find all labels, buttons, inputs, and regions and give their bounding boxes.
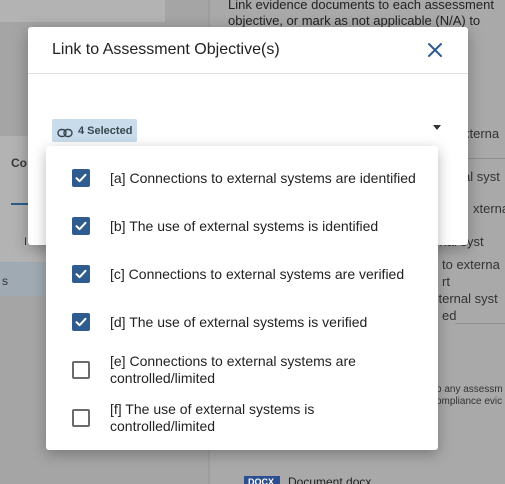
background-cell: to externa — [442, 257, 500, 272]
checkbox[interactable] — [72, 169, 90, 187]
checkbox[interactable] — [72, 361, 90, 379]
checkbox[interactable] — [72, 409, 90, 427]
background-cell: xternal syst — [432, 291, 498, 306]
background-row: s — [0, 262, 48, 296]
background-panel — [0, 0, 165, 22]
option-f[interactable]: [f] The use of external systems is contr… — [46, 394, 438, 442]
background-tab-indicator — [11, 203, 29, 205]
background-small-text: o any assessm ompliance evic — [436, 384, 503, 407]
background-column-header: Co — [11, 156, 27, 170]
option-label: [e] Connections to external systems are … — [110, 353, 356, 386]
option-b[interactable]: [b] The use of external systems is ident… — [46, 202, 438, 250]
dialog-divider — [28, 73, 468, 74]
close-button[interactable] — [423, 38, 447, 62]
background-divider — [455, 323, 505, 324]
option-d[interactable]: [d] The use of external systems is verif… — [46, 298, 438, 346]
checkmark-icon — [75, 221, 87, 231]
option-label: [f] The use of external systems is contr… — [110, 401, 315, 434]
document-name: Document.docx — [288, 475, 372, 484]
dropdown-arrow-icon[interactable] — [433, 125, 441, 130]
chip-label: 4 Selected — [78, 124, 133, 137]
option-label: [d] The use of external systems is verif… — [110, 313, 368, 330]
option-label: [b] The use of external systems is ident… — [110, 217, 379, 234]
option-a[interactable]: [a] Connections to external systems are … — [46, 154, 438, 202]
dialog-title: Link to Assessment Objective(s) — [52, 41, 280, 58]
option-label: [c] Connections to external systems are … — [110, 265, 405, 282]
link-icon — [57, 128, 73, 138]
background-cell: al syst — [463, 169, 500, 184]
checkbox[interactable] — [72, 313, 90, 331]
background-cell: xterna — [473, 201, 505, 216]
checkmark-icon — [75, 317, 87, 327]
option-e[interactable]: [e] Connections to external systems are … — [46, 346, 438, 394]
close-icon — [428, 43, 442, 57]
background-cell: ed — [442, 308, 457, 323]
checkmark-icon — [75, 173, 87, 183]
docx-badge: DOCX — [244, 476, 280, 484]
option-c[interactable]: [c] Connections to external systems are … — [46, 250, 438, 298]
checkmark-icon — [75, 269, 87, 279]
background-cell: xterna — [463, 126, 500, 141]
background-text: I — [24, 236, 28, 248]
checkbox[interactable] — [72, 217, 90, 235]
checkbox[interactable] — [72, 265, 90, 283]
option-label: [a] Connections to external systems are … — [110, 169, 416, 186]
background-cell: rt — [442, 274, 450, 289]
objectives-dropdown-menu: [a] Connections to external systems are … — [46, 146, 438, 450]
selected-count-chip[interactable]: 4 Selected — [52, 119, 137, 142]
